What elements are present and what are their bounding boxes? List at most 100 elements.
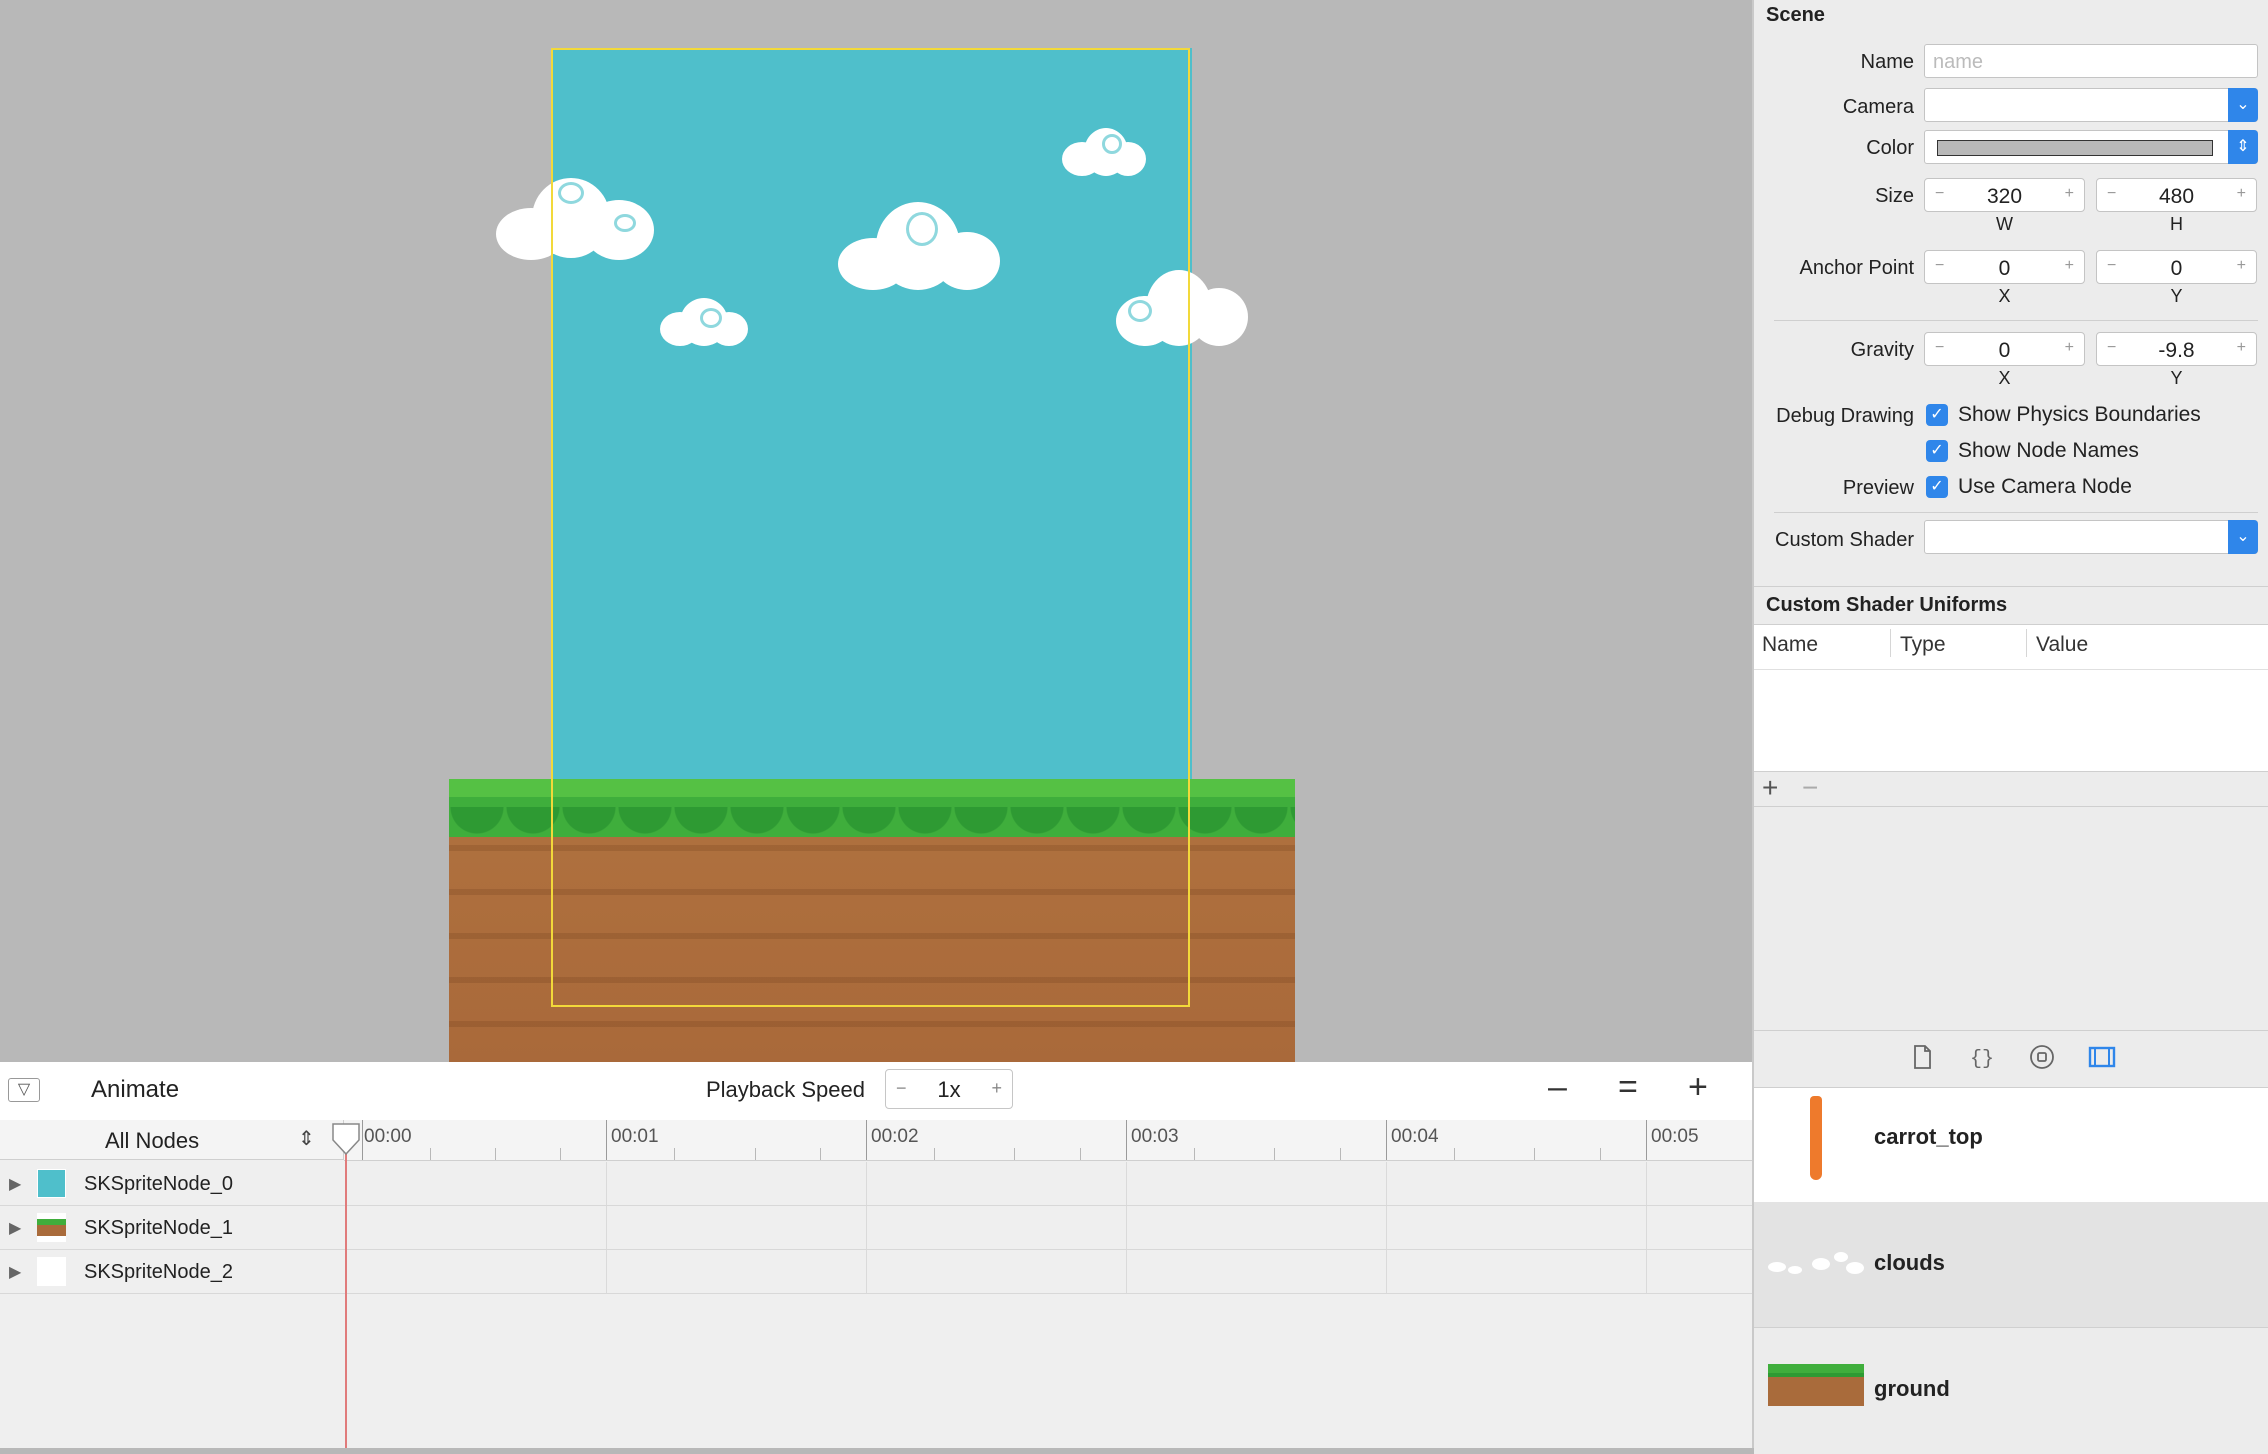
divider bbox=[1774, 512, 2258, 513]
row-gridline bbox=[1126, 1162, 1127, 1205]
custom-shader-popup[interactable]: ⌄ bbox=[1924, 520, 2258, 554]
tick-major bbox=[1646, 1120, 1647, 1160]
size-width-stepper[interactable]: − 320 + bbox=[1924, 178, 2085, 212]
media-item[interactable]: ground bbox=[1754, 1328, 2268, 1454]
disclosure-triangle-icon[interactable]: ▶ bbox=[9, 1218, 21, 1238]
disclosure-triangle-icon[interactable]: ▶ bbox=[9, 1174, 21, 1194]
timeline-row[interactable]: ▶ SKSpriteNode_0 bbox=[0, 1162, 1752, 1206]
timeline-row[interactable]: ▶ SKSpriteNode_1 bbox=[0, 1206, 1752, 1250]
size-label: Size bbox=[1875, 185, 1914, 207]
size-height-stepper[interactable]: − 480 + bbox=[2096, 178, 2257, 212]
camera-popup[interactable]: ⌄ bbox=[1924, 88, 2258, 122]
use-camera-label[interactable]: Use Camera Node bbox=[1958, 475, 2132, 499]
row-gridline bbox=[1646, 1162, 1647, 1205]
increment-button[interactable]: + bbox=[2065, 257, 2074, 275]
code-snippet-icon[interactable]: {} bbox=[1968, 1043, 1996, 1071]
file-template-icon[interactable] bbox=[1908, 1043, 1936, 1071]
media-item[interactable]: clouds bbox=[1754, 1202, 2268, 1328]
size-height-value[interactable]: 480 bbox=[2097, 185, 2256, 209]
increment-button[interactable]: + bbox=[2237, 257, 2246, 275]
increment-button[interactable]: + bbox=[2065, 185, 2074, 203]
node-name: SKSpriteNode_2 bbox=[84, 1261, 233, 1283]
zoom-out-button[interactable]: – bbox=[1548, 1070, 1567, 1104]
node-filter-label: All Nodes bbox=[105, 1128, 200, 1153]
timeline-row[interactable]: ▶ SKSpriteNode_2 bbox=[0, 1250, 1752, 1294]
time-ruler[interactable]: 00:00 00:01 00:02 00:03 00:04 00:05 bbox=[344, 1120, 1752, 1161]
media-library-icon[interactable] bbox=[2088, 1043, 2116, 1071]
media-item[interactable]: carrot_top bbox=[1754, 1088, 2268, 1214]
increment-button[interactable]: + bbox=[2065, 339, 2074, 357]
gravity-y-stepper[interactable]: − -9.8 + bbox=[2096, 332, 2257, 366]
animate-button[interactable]: Animate bbox=[91, 1076, 179, 1104]
column-divider bbox=[2026, 629, 2027, 657]
carrot-thumbnail bbox=[1810, 1096, 1822, 1180]
tick-minor bbox=[1274, 1148, 1275, 1160]
debug-drawing-label: Debug Drawing bbox=[1776, 405, 1914, 427]
increment-button[interactable]: + bbox=[2237, 185, 2246, 203]
gravity-x-stepper[interactable]: − 0 + bbox=[1924, 332, 2085, 366]
row-gridline bbox=[606, 1162, 607, 1205]
show-node-names-checkbox[interactable]: ✓ bbox=[1926, 440, 1948, 462]
anchor-point-label: Anchor Point bbox=[1799, 257, 1914, 279]
row-gridline bbox=[606, 1206, 607, 1249]
row-gridline bbox=[1386, 1206, 1387, 1249]
svg-text:{}: {} bbox=[1970, 1048, 1994, 1071]
row-gridline bbox=[1386, 1250, 1387, 1293]
speed-increase-button[interactable]: + bbox=[991, 1078, 1002, 1099]
tick-minor bbox=[1600, 1148, 1601, 1160]
updown-chevron-icon: ⇕ bbox=[298, 1128, 315, 1150]
row-gridline bbox=[1126, 1250, 1127, 1293]
zoom-reset-button[interactable]: = bbox=[1618, 1070, 1638, 1104]
zoom-in-button[interactable]: + bbox=[1688, 1070, 1708, 1104]
tick-minor bbox=[1014, 1148, 1015, 1160]
tick-major bbox=[866, 1120, 867, 1160]
col-header-value[interactable]: Value bbox=[2036, 633, 2088, 657]
node-filter[interactable]: All Nodes ⇕ bbox=[0, 1120, 344, 1160]
disclosure-triangle-icon[interactable]: ▶ bbox=[9, 1262, 21, 1282]
show-physics-label[interactable]: Show Physics Boundaries bbox=[1958, 403, 2201, 427]
gravity-x-value[interactable]: 0 bbox=[1925, 339, 2084, 363]
anchor-x-stepper[interactable]: − 0 + bbox=[1924, 250, 2085, 284]
tick-label: 00:03 bbox=[1131, 1126, 1179, 1147]
col-header-type[interactable]: Type bbox=[1900, 633, 1946, 657]
action-timeline: ▽ Animate Playback Speed − 1x + – = + Al… bbox=[0, 1062, 1752, 1448]
col-header-name[interactable]: Name bbox=[1762, 633, 1818, 657]
show-physics-checkbox[interactable]: ✓ bbox=[1926, 404, 1948, 426]
tick-minor bbox=[1080, 1148, 1081, 1160]
size-width-value[interactable]: 320 bbox=[1925, 185, 2084, 209]
playhead-handle[interactable] bbox=[331, 1122, 361, 1156]
node-thumbnail bbox=[37, 1213, 66, 1242]
uniform-toolbar: + − bbox=[1754, 770, 2268, 807]
remove-uniform-button[interactable]: − bbox=[1802, 772, 1818, 804]
collapse-timeline-button[interactable]: ▽ bbox=[8, 1078, 40, 1102]
increment-button[interactable]: + bbox=[2237, 339, 2246, 357]
gravity-y-value[interactable]: -9.8 bbox=[2097, 339, 2256, 363]
media-item-label: ground bbox=[1874, 1376, 1950, 1401]
playhead-line[interactable] bbox=[345, 1124, 347, 1448]
tick-label: 00:05 bbox=[1651, 1126, 1699, 1147]
anchor-x-value[interactable]: 0 bbox=[1925, 257, 2084, 281]
playback-speed-stepper[interactable]: − 1x + bbox=[885, 1069, 1013, 1109]
use-camera-checkbox[interactable]: ✓ bbox=[1926, 476, 1948, 498]
tick-major bbox=[606, 1120, 607, 1160]
uniforms-table[interactable]: Name Type Value bbox=[1754, 624, 2268, 772]
color-well[interactable]: ⇕ bbox=[1924, 130, 2258, 164]
scene-name-field[interactable]: name bbox=[1924, 44, 2258, 78]
attributes-inspector: Scene Name name Camera ⌄ Color ⇕ Size − … bbox=[1752, 0, 2268, 1454]
scene-canvas[interactable] bbox=[0, 0, 1752, 1062]
tick-label: 00:04 bbox=[1391, 1126, 1439, 1147]
width-caption: W bbox=[1996, 214, 2013, 234]
show-node-names-label[interactable]: Show Node Names bbox=[1958, 439, 2139, 463]
node-thumbnail bbox=[37, 1257, 66, 1286]
name-placeholder: name bbox=[1933, 51, 1984, 73]
chevron-down-icon: ⌄ bbox=[2228, 88, 2258, 122]
anchor-y-value[interactable]: 0 bbox=[2097, 257, 2256, 281]
custom-shader-label: Custom Shader bbox=[1775, 529, 1914, 551]
tick-minor bbox=[560, 1148, 561, 1160]
object-library-icon[interactable] bbox=[2028, 1043, 2056, 1071]
scene-section-title: Scene bbox=[1766, 4, 1825, 26]
tick-minor bbox=[1454, 1148, 1455, 1160]
add-uniform-button[interactable]: + bbox=[1762, 772, 1778, 804]
tick-minor bbox=[1534, 1148, 1535, 1160]
anchor-y-stepper[interactable]: − 0 + bbox=[2096, 250, 2257, 284]
